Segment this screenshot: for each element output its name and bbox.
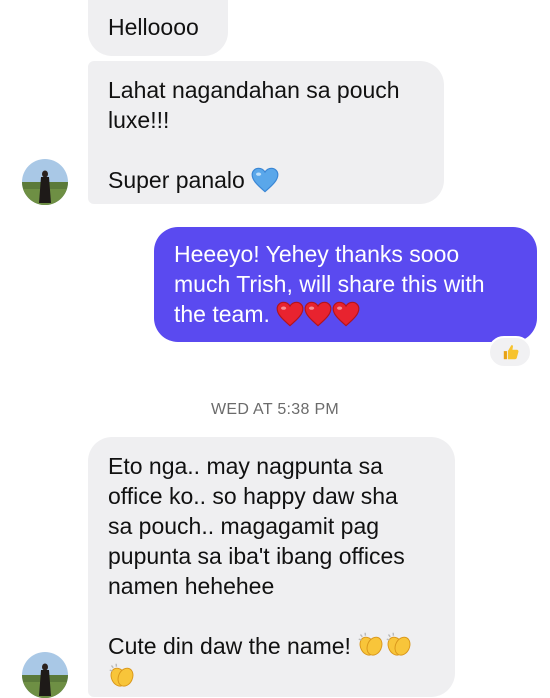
message-text-segment: Super panalo	[108, 167, 245, 193]
blue-heart-icon	[251, 167, 279, 200]
chat-thread: Helloooo Lahat nagandahan sa pouch luxe!…	[0, 0, 550, 698]
message-text: Cute din daw the name!	[108, 631, 435, 666]
incoming-message-bubble[interactable]: Helloooo	[88, 0, 228, 56]
message-reaction[interactable]	[488, 336, 532, 368]
clapping-hands-icon	[108, 662, 136, 697]
incoming-message-bubble[interactable]: Lahat nagandahan sa pouch luxe!!! Super …	[88, 61, 444, 204]
clapping-hands-icon	[385, 631, 413, 666]
message-text-segment: Cute din daw the name!	[108, 633, 351, 659]
message-text: Helloooo	[108, 14, 199, 40]
red-heart-icon	[276, 301, 304, 334]
message-text: Eto nga.. may nagpunta sa	[108, 453, 383, 479]
message-text: luxe!!!	[108, 107, 170, 133]
outgoing-message-bubble[interactable]: Heeeyo! Yehey thanks sooo much Trish, wi…	[154, 227, 537, 342]
message-text: Heeeyo! Yehey thanks sooo	[174, 241, 460, 267]
clapping-hands-icon	[357, 631, 385, 666]
timestamp: WED AT 5:38 PM	[210, 401, 340, 418]
message-text: much Trish, will share this with	[174, 271, 485, 297]
message-text: Lahat nagandahan sa pouch	[108, 77, 400, 103]
message-text: sa pouch.. magagamit pag	[108, 513, 380, 539]
message-text: the team.	[174, 299, 517, 334]
thumbs-up-icon	[502, 343, 520, 366]
message-text: pupunta sa iba't ibang offices	[108, 543, 405, 569]
message-text: office ko.. so happy daw sha	[108, 483, 398, 509]
message-text: namen hehehee	[108, 573, 275, 599]
incoming-message-bubble[interactable]: Eto nga.. may nagpunta sa office ko.. so…	[88, 437, 455, 697]
red-heart-icon	[332, 301, 360, 334]
message-emoji-line	[108, 662, 435, 697]
avatar[interactable]	[22, 652, 68, 698]
avatar[interactable]	[22, 159, 68, 205]
message-text: Super panalo	[108, 165, 424, 200]
red-heart-icon	[304, 301, 332, 334]
message-text-segment: the team.	[174, 301, 270, 327]
